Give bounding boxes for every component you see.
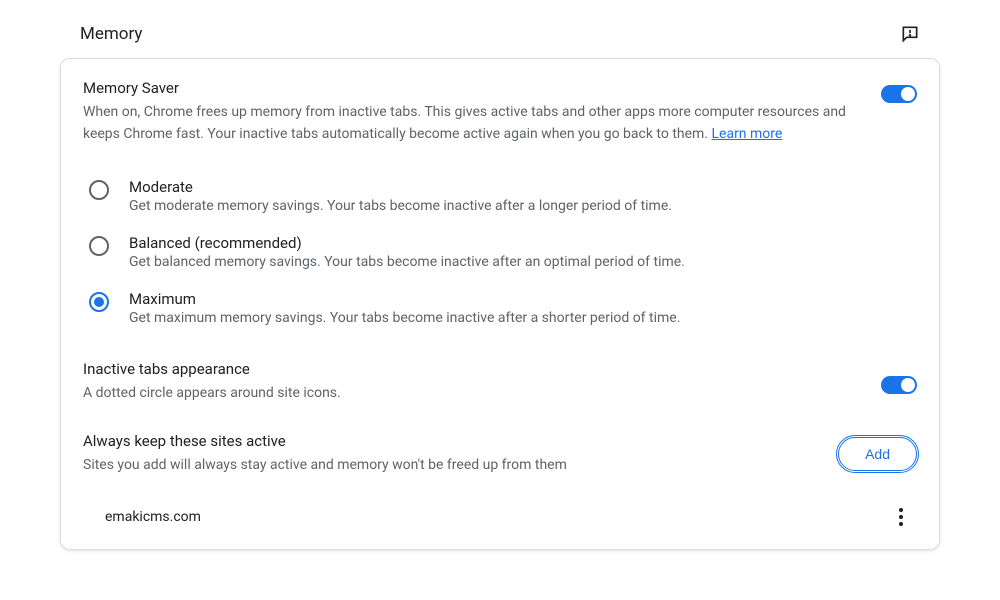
inactive-tabs-section: Inactive tabs appearance A dotted circle… bbox=[83, 360, 917, 404]
always-active-description: Sites you add will always stay active an… bbox=[83, 454, 838, 476]
page-header: Memory bbox=[60, 20, 940, 58]
radio-description: Get balanced memory savings. Your tabs b… bbox=[129, 254, 917, 270]
memory-saver-description: When on, Chrome frees up memory from ina… bbox=[83, 101, 861, 146]
add-button[interactable]: Add bbox=[838, 437, 917, 471]
memory-saver-toggle[interactable] bbox=[881, 85, 917, 103]
memory-saver-section: Memory Saver When on, Chrome frees up me… bbox=[83, 79, 917, 146]
memory-saver-title: Memory Saver bbox=[83, 79, 861, 97]
settings-card: Memory Saver When on, Chrome frees up me… bbox=[60, 58, 940, 550]
memory-saver-options: Moderate Get moderate memory savings. Yo… bbox=[83, 168, 917, 336]
radio-description: Get moderate memory savings. Your tabs b… bbox=[129, 198, 917, 214]
radio-label: Moderate bbox=[129, 178, 917, 196]
radio-circle-icon bbox=[89, 236, 109, 256]
inactive-tabs-description: A dotted circle appears around site icon… bbox=[83, 382, 881, 404]
radio-label: Balanced (recommended) bbox=[129, 234, 917, 252]
page-title: Memory bbox=[80, 24, 142, 44]
learn-more-link[interactable]: Learn more bbox=[711, 126, 782, 142]
radio-label: Maximum bbox=[129, 290, 917, 308]
site-url: emakicms.com bbox=[105, 509, 201, 525]
always-active-title: Always keep these sites active bbox=[83, 432, 838, 450]
radio-maximum[interactable]: Maximum Get maximum memory savings. Your… bbox=[83, 280, 917, 336]
radio-circle-icon bbox=[89, 292, 109, 312]
radio-moderate[interactable]: Moderate Get moderate memory savings. Yo… bbox=[83, 168, 917, 224]
inactive-tabs-toggle[interactable] bbox=[881, 376, 917, 394]
radio-circle-icon bbox=[89, 180, 109, 200]
always-active-section: Always keep these sites active Sites you… bbox=[83, 432, 917, 476]
radio-description: Get maximum memory savings. Your tabs be… bbox=[129, 310, 917, 326]
more-vert-icon[interactable] bbox=[891, 507, 911, 527]
inactive-tabs-title: Inactive tabs appearance bbox=[83, 360, 881, 378]
site-item: emakicms.com bbox=[83, 503, 917, 529]
feedback-icon[interactable] bbox=[900, 24, 920, 44]
radio-balanced[interactable]: Balanced (recommended) Get balanced memo… bbox=[83, 224, 917, 280]
